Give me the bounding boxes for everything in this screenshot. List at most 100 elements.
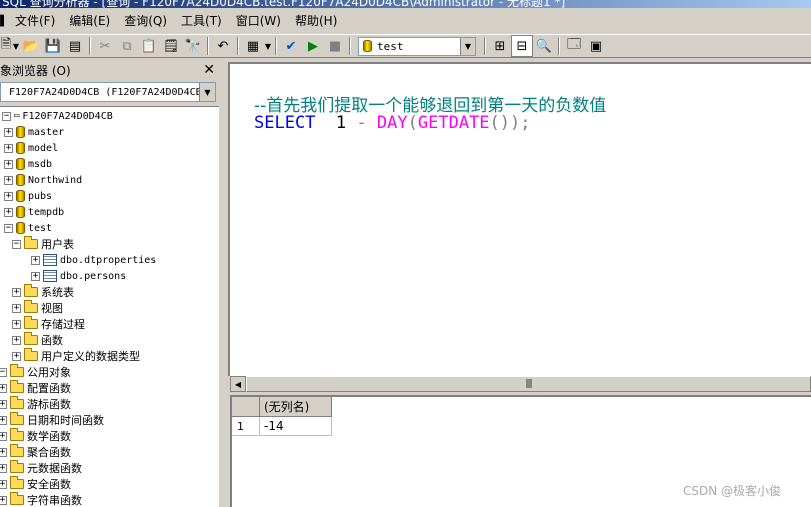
expand-icon[interactable]: + [12, 303, 21, 313]
object-search-icon[interactable]: 🔍 [533, 35, 555, 57]
pane-splitter[interactable] [219, 60, 228, 507]
tree-views[interactable]: + 视图 [12, 300, 63, 316]
paste-icon[interactable]: 📋 [138, 35, 160, 57]
tree-user-defined-types[interactable]: + 用户定义的数据类型 [12, 348, 140, 364]
expand-icon[interactable]: + [0, 463, 7, 473]
expand-icon[interactable]: + [12, 335, 21, 345]
menu-file[interactable]: 文件(F) [8, 11, 62, 31]
tree-cursor-functions[interactable]: + 游标函数 [0, 396, 71, 412]
execution-plan-icon[interactable]: ⊞ [489, 35, 511, 57]
results-column-header[interactable]: (无列名) [260, 397, 332, 417]
new-query-dropdown-icon[interactable]: ▼ [12, 42, 20, 51]
tree-database-master[interactable]: + master [4, 124, 64, 140]
expand-icon[interactable]: + [12, 319, 21, 329]
tree-metadata-functions[interactable]: + 元数据函数 [0, 460, 82, 476]
table-row[interactable]: 1 -14 [232, 417, 332, 436]
object-browser-toggle-icon[interactable]: ⊟ [511, 35, 533, 57]
tree-user-tables[interactable]: − 用户表 [12, 236, 74, 252]
collapse-icon[interactable]: − [2, 111, 11, 121]
expand-icon[interactable]: + [0, 495, 7, 505]
expand-icon[interactable]: + [4, 207, 13, 217]
expand-icon[interactable]: + [0, 383, 7, 393]
expand-icon[interactable]: + [4, 143, 13, 153]
tree-aggregate-functions[interactable]: + 聚合函数 [0, 444, 71, 460]
database-icon [16, 222, 25, 234]
expand-icon[interactable]: + [0, 447, 7, 457]
expand-icon[interactable]: + [12, 287, 21, 297]
scroll-left-icon[interactable]: ◀ [230, 376, 246, 392]
menu-window[interactable]: 窗口(W) [229, 11, 288, 31]
expand-icon[interactable]: + [31, 271, 40, 281]
tree-server-node[interactable]: − ▭ F120F7A24D0D4CB [2, 108, 113, 124]
tree-database-northwind[interactable]: + Northwind [4, 172, 82, 188]
clear-window-icon[interactable]: 🗒 [160, 35, 182, 57]
scrollbar-thumb[interactable]: ||| [246, 376, 811, 392]
collapse-icon[interactable]: − [12, 239, 21, 249]
database-icon [16, 158, 25, 170]
parse-check-icon[interactable]: ✔ [280, 35, 302, 57]
tree-database-test[interactable]: − test [4, 220, 52, 236]
insert-template-icon[interactable]: ▤ [64, 35, 86, 57]
current-connection-properties-icon[interactable]: 🗔 [563, 35, 585, 57]
editor-horizontal-scrollbar[interactable]: ◀ ||| [230, 375, 811, 392]
expand-icon[interactable]: + [0, 431, 7, 441]
tree-table-dtproperties[interactable]: + dbo.dtproperties [31, 252, 156, 268]
expand-icon[interactable]: + [4, 175, 13, 185]
expand-icon[interactable]: + [4, 191, 13, 201]
code-statement: SELECT 1 - DAY(GETDATE()); [254, 113, 531, 133]
query-editor[interactable]: --首先我们提取一个能够退回到第一天的负数值 SELECT 1 - DAY(GE… [228, 62, 811, 376]
tree-database-pubs[interactable]: + pubs [4, 188, 52, 204]
new-query-icon[interactable]: 🗎 [0, 35, 12, 57]
cut-icon[interactable]: ✂ [94, 35, 116, 57]
expand-icon[interactable]: + [4, 159, 13, 169]
expand-icon[interactable]: + [0, 399, 7, 409]
tree-config-functions[interactable]: + 配置函数 [0, 380, 71, 396]
undo-icon[interactable]: ↶ [212, 35, 234, 57]
object-tree[interactable]: − ▭ F120F7A24D0D4CB + master + model + msdb +… [0, 106, 219, 507]
tree-common-objects[interactable]: − 公用对象 [0, 364, 71, 380]
menu-tools[interactable]: 工具(T) [174, 11, 229, 31]
show-results-pane-icon[interactable]: ▣ [585, 35, 607, 57]
folder-icon [10, 444, 24, 457]
result-cell[interactable]: -14 [260, 417, 332, 436]
expand-icon[interactable]: + [0, 479, 7, 489]
save-icon[interactable]: 💾 [42, 35, 64, 57]
collapse-icon[interactable]: − [4, 223, 13, 233]
close-icon[interactable]: ✕ [203, 62, 217, 78]
tree-database-msdb[interactable]: + msdb [4, 156, 52, 172]
tree-datetime-functions[interactable]: + 日期和时间函数 [0, 412, 104, 428]
expand-icon[interactable]: + [31, 255, 40, 265]
tree-security-functions[interactable]: + 安全函数 [0, 476, 71, 492]
tree-system-tables[interactable]: + 系统表 [12, 284, 74, 300]
tree-database-model[interactable]: + model [4, 140, 58, 156]
stop-icon[interactable]: ■ [324, 35, 346, 57]
expand-icon[interactable]: + [4, 127, 13, 137]
tree-functions[interactable]: + 函数 [12, 332, 63, 348]
chevron-down-icon[interactable]: ▼ [460, 37, 475, 55]
database-select[interactable]: test ▼ [358, 36, 476, 56]
results-grid-icon[interactable]: ▦ [242, 35, 264, 57]
expand-icon[interactable]: + [12, 351, 21, 361]
folder-icon [10, 412, 24, 425]
tree-database-tempdb[interactable]: + tempdb [4, 204, 64, 220]
folder-icon [24, 348, 38, 361]
open-folder-icon[interactable]: 📂 [20, 35, 42, 57]
menu-edit[interactable]: 编辑(E) [62, 11, 117, 31]
execute-play-icon[interactable]: ▶ [302, 35, 324, 57]
object-browser-title: 象浏览器 (O) [0, 63, 71, 78]
menu-query[interactable]: 查询(Q) [117, 11, 174, 31]
server-select[interactable]: F120F7A24D0D4CB (F120F7A24D0D4CB\ ▼ [0, 82, 216, 102]
menu-help[interactable]: 帮助(H) [288, 11, 344, 31]
tree-stored-procedures[interactable]: + 存储过程 [12, 316, 85, 332]
tree-math-functions[interactable]: + 数学函数 [0, 428, 71, 444]
copy-icon[interactable]: ⧉ [116, 35, 138, 57]
title-bar: SQL 查询分析器 - [查询 - F120F7A24D0D4CB.test.F… [0, 0, 811, 8]
app-menu-icon[interactable]: ▌ [0, 10, 8, 32]
tree-table-persons[interactable]: + dbo.persons [31, 268, 126, 284]
chevron-down-icon[interactable]: ▼ [199, 83, 215, 101]
find-binoculars-icon[interactable]: 🔭 [182, 35, 204, 57]
tree-string-functions[interactable]: + 字符串函数 [0, 492, 82, 507]
collapse-icon[interactable]: − [0, 367, 7, 377]
results-mode-dropdown-icon[interactable]: ▼ [264, 42, 272, 51]
expand-icon[interactable]: + [0, 415, 7, 425]
